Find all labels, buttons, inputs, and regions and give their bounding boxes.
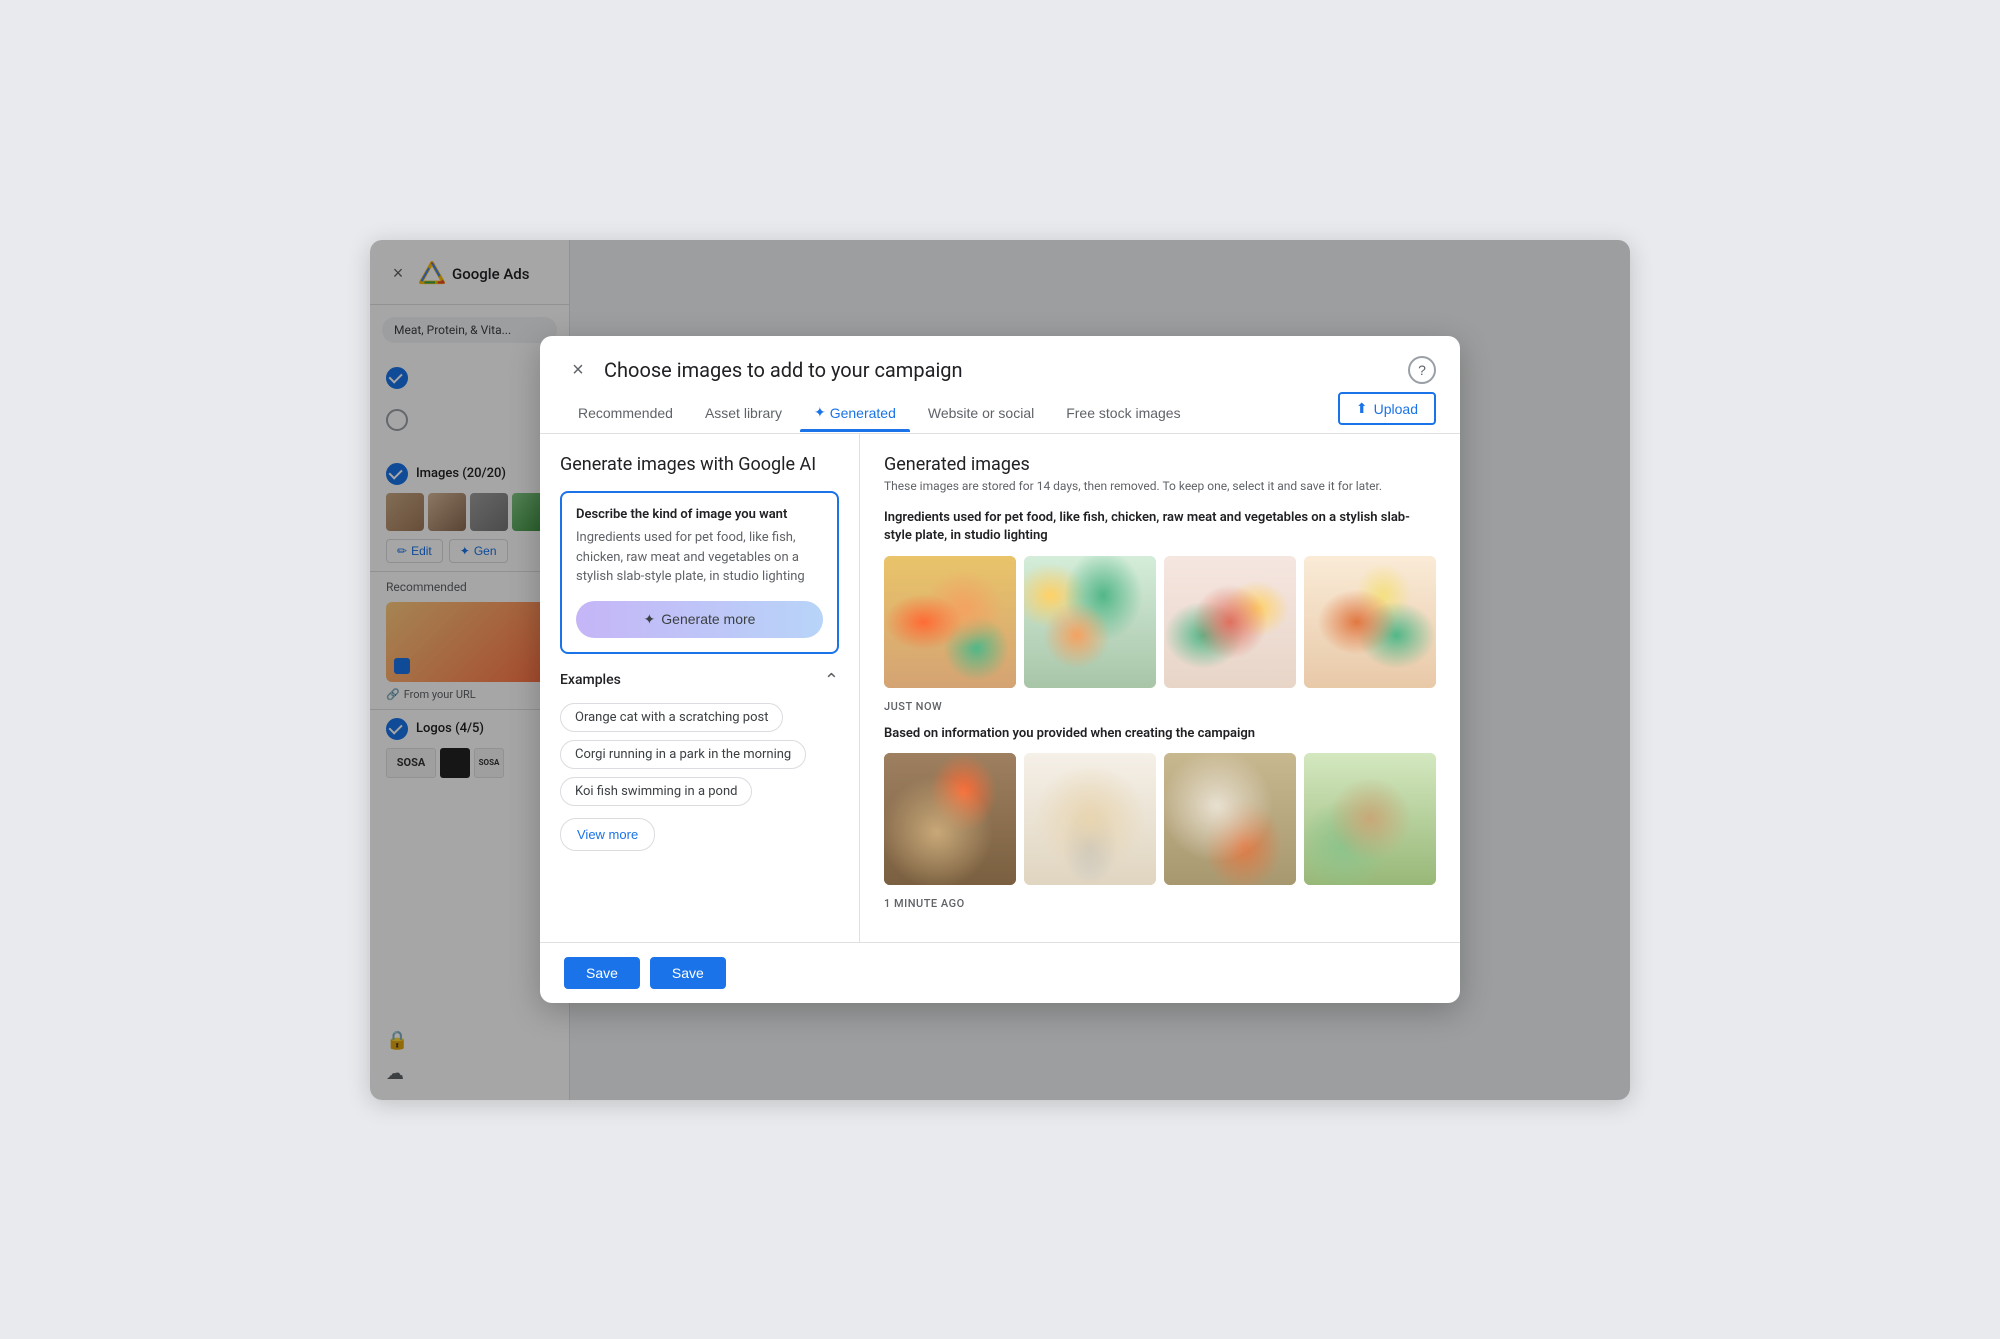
generated-image-food-4[interactable] <box>1304 556 1436 688</box>
example-chip-2[interactable]: Corgi running in a park in the morning <box>560 740 839 777</box>
app-container: × Google Ads Meat, Protein, & Vita... <box>370 240 1630 1100</box>
examples-list: Orange cat with a scratching post Corgi … <box>560 703 839 814</box>
generated-image-cat-2[interactable] <box>1024 753 1156 885</box>
sparkle-tab-icon: ✦ <box>814 404 826 421</box>
generated-image-cat-4[interactable] <box>1304 753 1436 885</box>
modal: × Choose images to add to your campaign … <box>540 336 1460 1003</box>
generated-image-food-3[interactable] <box>1164 556 1296 688</box>
view-more-button[interactable]: View more <box>560 818 655 851</box>
examples-toggle-button[interactable]: ⌃ <box>824 670 839 691</box>
modal-title-row: × Choose images to add to your campaign <box>564 356 963 384</box>
example-chip-1[interactable]: Orange cat with a scratching post <box>560 703 839 740</box>
section-just-now: Ingredients used for pet food, like fish… <box>884 509 1436 712</box>
modal-body: Generate images with Google AI Describe … <box>540 434 1460 942</box>
section-one-minute: Based on information you provided when c… <box>884 725 1436 910</box>
modal-header: × Choose images to add to your campaign … <box>540 336 1460 384</box>
modal-overlay: × Choose images to add to your campaign … <box>370 240 1630 1100</box>
tab-free-stock[interactable]: Free stock images <box>1052 395 1194 431</box>
generated-subtext: These images are stored for 14 days, the… <box>884 479 1436 493</box>
generated-heading: Generated images <box>884 454 1436 475</box>
generated-image-cat-1[interactable] <box>884 753 1016 885</box>
modal-footer: Save Save <box>540 942 1460 1003</box>
generate-sparkle-icon: ✦ <box>644 611 656 628</box>
save-button-2[interactable]: Save <box>650 957 726 989</box>
example-chip-2-text: Corgi running in a park in the morning <box>560 740 806 769</box>
section-1-time-label: JUST NOW <box>884 700 1436 713</box>
example-chip-3[interactable]: Koi fish swimming in a pond <box>560 777 839 814</box>
tab-generated-content: ✦ Generated <box>814 404 896 421</box>
modal-help-button[interactable]: ? <box>1408 356 1436 384</box>
modal-title: Choose images to add to your campaign <box>604 358 963 382</box>
upload-button[interactable]: ⬆ Upload <box>1338 392 1436 425</box>
example-chip-3-text: Koi fish swimming in a pond <box>560 777 752 806</box>
tab-asset-library[interactable]: Asset library <box>691 395 796 431</box>
tab-recommended[interactable]: Recommended <box>564 395 687 431</box>
generate-heading: Generate images with Google AI <box>560 454 839 475</box>
examples-section: Examples ⌃ Orange cat with a scratching … <box>560 670 839 851</box>
upload-icon: ⬆ <box>1356 400 1368 417</box>
examples-header: Examples ⌃ <box>560 670 839 691</box>
modal-tabs: Recommended Asset library ✦ Generated We… <box>540 392 1460 434</box>
tab-website-social[interactable]: Website or social <box>914 395 1048 431</box>
right-panel: Generated images These images are stored… <box>860 434 1460 942</box>
prompt-label: Describe the kind of image you want <box>576 507 823 522</box>
generated-image-cat-3[interactable] <box>1164 753 1296 885</box>
generated-image-food-1[interactable] <box>884 556 1016 688</box>
generate-more-button[interactable]: ✦ Generate more <box>576 601 823 638</box>
section-2-time-label: 1 MINUTE AGO <box>884 897 1436 910</box>
prompt-box[interactable]: Describe the kind of image you want Ingr… <box>560 491 839 654</box>
tab-generated[interactable]: ✦ Generated <box>800 394 910 431</box>
save-button-1[interactable]: Save <box>564 957 640 989</box>
prompt-text: Ingredients used for pet food, like fish… <box>576 528 823 587</box>
modal-close-button[interactable]: × <box>564 356 592 384</box>
section-1-prompt: Ingredients used for pet food, like fish… <box>884 509 1436 545</box>
section-2-image-grid <box>884 753 1436 885</box>
examples-title: Examples <box>560 672 621 688</box>
section-2-prompt: Based on information you provided when c… <box>884 725 1436 743</box>
generated-image-food-2[interactable] <box>1024 556 1156 688</box>
section-1-image-grid <box>884 556 1436 688</box>
left-panel: Generate images with Google AI Describe … <box>540 434 860 942</box>
example-chip-1-text: Orange cat with a scratching post <box>560 703 783 732</box>
